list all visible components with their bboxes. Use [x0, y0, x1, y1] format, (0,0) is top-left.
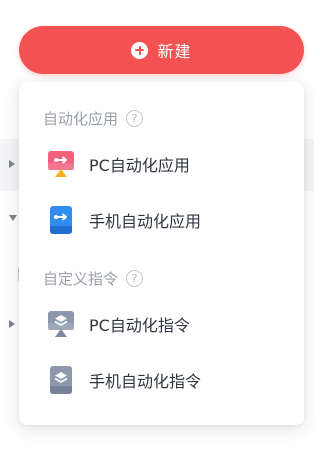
new-button-label: 新建 — [157, 42, 192, 61]
new-dropdown-menu: 自动化应用 ? PC自动化应用 手机自动化应用 自定义指令 ? PC自动化指令 … — [19, 82, 304, 425]
menu-item-label: PC自动化指令 — [89, 316, 190, 335]
section-title-custom-command: 自定义指令 ? — [43, 267, 144, 289]
pc-app-icon — [48, 151, 74, 177]
section-title-automation-app: 自动化应用 ? — [43, 107, 144, 129]
question-circle-icon[interactable]: ? — [126, 109, 144, 127]
new-button[interactable]: 新建 — [19, 26, 304, 74]
question-circle-icon[interactable]: ? — [126, 269, 144, 287]
expand-caret-icon[interactable] — [9, 320, 15, 328]
menu-item-label: 手机自动化应用 — [89, 212, 202, 231]
mobile-command-icon — [50, 366, 72, 394]
menu-item-pc-automation-app[interactable]: PC自动化应用 — [19, 137, 304, 191]
plus-circle-icon — [131, 41, 149, 59]
section-title-label: 自动化应用 — [43, 109, 119, 128]
menu-item-label: 手机自动化指令 — [89, 372, 202, 391]
menu-item-mobile-automation-app[interactable]: 手机自动化应用 — [19, 193, 304, 247]
menu-item-pc-automation-command[interactable]: PC自动化指令 — [19, 297, 304, 351]
menu-item-label: PC自动化应用 — [89, 156, 190, 175]
pc-command-icon — [48, 311, 74, 337]
menu-item-mobile-automation-command[interactable]: 手机自动化指令 — [19, 353, 304, 407]
expand-caret-icon[interactable] — [9, 160, 15, 168]
collapse-caret-icon[interactable] — [9, 215, 17, 221]
section-title-label: 自定义指令 — [43, 269, 119, 288]
page: 新建 自动化应用 ? PC自动化应用 手机自动化应用 自定义指令 ? PC自动化… — [0, 0, 314, 449]
mobile-app-icon — [50, 206, 72, 234]
